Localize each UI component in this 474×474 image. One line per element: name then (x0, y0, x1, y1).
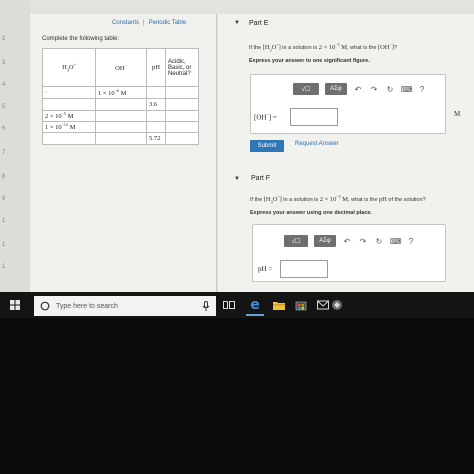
table-row: 3.6 (42, 98, 199, 111)
line-number: 4 (2, 82, 6, 88)
oh-answer-input[interactable] (290, 108, 338, 126)
file-explorer-icon[interactable] (270, 296, 288, 314)
line-number: 1 (2, 218, 6, 224)
table-cell[interactable] (165, 132, 199, 145)
line-gutter: 2 3 4 5 6 7 8 9 1 1 1 (0, 0, 30, 292)
task-view-icon[interactable] (220, 296, 238, 314)
table-cell[interactable] (95, 121, 147, 133)
unit-label: M (454, 110, 461, 118)
ph-answer-input[interactable] (280, 260, 328, 278)
table-cell[interactable]: · (42, 86, 96, 99)
line-number: 2 (2, 36, 6, 42)
redo-icon[interactable]: ↷ (358, 237, 368, 246)
header-h3o: H3O+ (42, 48, 96, 87)
part-e-question: If the [H3O+] in a solution is 2 × 10−5 … (249, 42, 397, 53)
part-f-instruction: Express your answer using one decimal pl… (250, 210, 372, 216)
reset-icon[interactable]: ↻ (385, 85, 395, 94)
table-row: 2 × 10−5 M (42, 110, 199, 122)
table-cell[interactable] (165, 98, 199, 111)
request-answer-link[interactable]: Request Answer (295, 141, 339, 147)
table-cell[interactable] (95, 98, 147, 111)
template-button[interactable]: √☐ (293, 83, 319, 95)
line-number: 5 (2, 104, 6, 110)
part-e-label: Part E (249, 20, 269, 27)
table-cell[interactable] (165, 86, 199, 99)
collapse-part-e-icon[interactable]: ▼ (234, 20, 240, 26)
table-cell: 1 × 10−6 M (95, 86, 147, 99)
table-cell[interactable] (146, 86, 166, 99)
part-f-label: Part F (251, 175, 271, 182)
constants-link[interactable]: Constants (112, 20, 139, 26)
line-number: 3 (2, 60, 6, 66)
line-number: 1 (2, 264, 6, 270)
part-f-toolbar: √☐ ΑΣφ ↶ ↷ ↻ ⌨ ? (284, 234, 416, 248)
keyboard-icon[interactable]: ⌨ (401, 85, 413, 94)
symbols-button[interactable]: ΑΣφ (325, 83, 347, 95)
redo-icon[interactable]: ↷ (369, 85, 379, 94)
undo-icon[interactable]: ↶ (353, 85, 363, 94)
oh-answer-label: [OH−] = (254, 112, 277, 122)
table-row: 1 × 10−12 M (42, 121, 199, 133)
ph-answer-label: pH = (258, 265, 273, 273)
table-cell[interactable] (95, 132, 147, 145)
table-cell[interactable] (165, 110, 199, 122)
app-icon[interactable] (328, 296, 346, 314)
part-f-question: If the [H3O+] in a solution is 2 × 10−5 … (250, 194, 426, 205)
part-e-instruction: Express your answer to one significant f… (249, 58, 370, 64)
table-cell[interactable] (95, 110, 147, 122)
table-cell[interactable] (146, 110, 166, 122)
keyboard-icon[interactable]: ⌨ (390, 237, 402, 246)
edge-browser-icon[interactable]: e (246, 296, 264, 316)
table-cell: 5.72 (146, 132, 166, 145)
ph-table: H3O+ OH− pH Acidic, Basic, or Neutral? ·… (42, 48, 199, 145)
windows-icon (10, 300, 20, 310)
microphone-icon[interactable] (202, 301, 210, 311)
line-number: 7 (2, 150, 6, 156)
resource-links: Constants | Periodic Table (112, 20, 187, 26)
submit-button[interactable]: Submit (250, 140, 284, 152)
periodic-table-link[interactable]: Periodic Table (149, 20, 187, 26)
table-row: · 1 × 10−6 M (42, 86, 199, 99)
line-number: 1 (2, 242, 6, 248)
taskbar-search-box[interactable]: Type here to search (34, 296, 216, 316)
table-cell[interactable] (42, 98, 96, 111)
table-cell[interactable] (42, 132, 96, 145)
reset-icon[interactable]: ↻ (374, 237, 384, 246)
table-instruction: Complete the following table: (42, 36, 120, 42)
table-cell[interactable] (146, 121, 166, 133)
search-circle-icon (40, 301, 50, 311)
table-header-row: H3O+ OH− pH Acidic, Basic, or Neutral? (42, 48, 199, 87)
symbols-button[interactable]: ΑΣφ (314, 235, 336, 247)
start-button[interactable] (0, 292, 30, 318)
store-icon[interactable] (292, 296, 310, 314)
table-row: 5.72 (42, 132, 199, 145)
line-number: 8 (2, 174, 6, 180)
help-icon[interactable]: ? (417, 85, 427, 94)
part-e-toolbar: √☐ ΑΣφ ↶ ↷ ↻ ⌨ ? (293, 82, 427, 96)
line-number: 9 (2, 196, 6, 202)
help-icon[interactable]: ? (406, 237, 416, 246)
header-ph: pH (146, 48, 166, 87)
table-cell: 3.6 (146, 98, 166, 111)
table-cell[interactable] (165, 121, 199, 133)
collapse-part-f-icon[interactable]: ▼ (234, 176, 240, 182)
browser-viewport: 2 3 4 5 6 7 8 9 1 1 1 Constants | Periodic… (0, 0, 474, 292)
line-number: 6 (2, 126, 6, 132)
table-cell: 1 × 10−12 M (42, 121, 96, 133)
table-cell: 2 × 10−5 M (42, 110, 96, 122)
search-placeholder: Type here to search (56, 302, 118, 310)
undo-icon[interactable]: ↶ (342, 237, 352, 246)
header-oh: OH− (95, 48, 147, 87)
header-classification: Acidic, Basic, or Neutral? (165, 48, 199, 87)
template-button[interactable]: √☐ (284, 235, 308, 247)
